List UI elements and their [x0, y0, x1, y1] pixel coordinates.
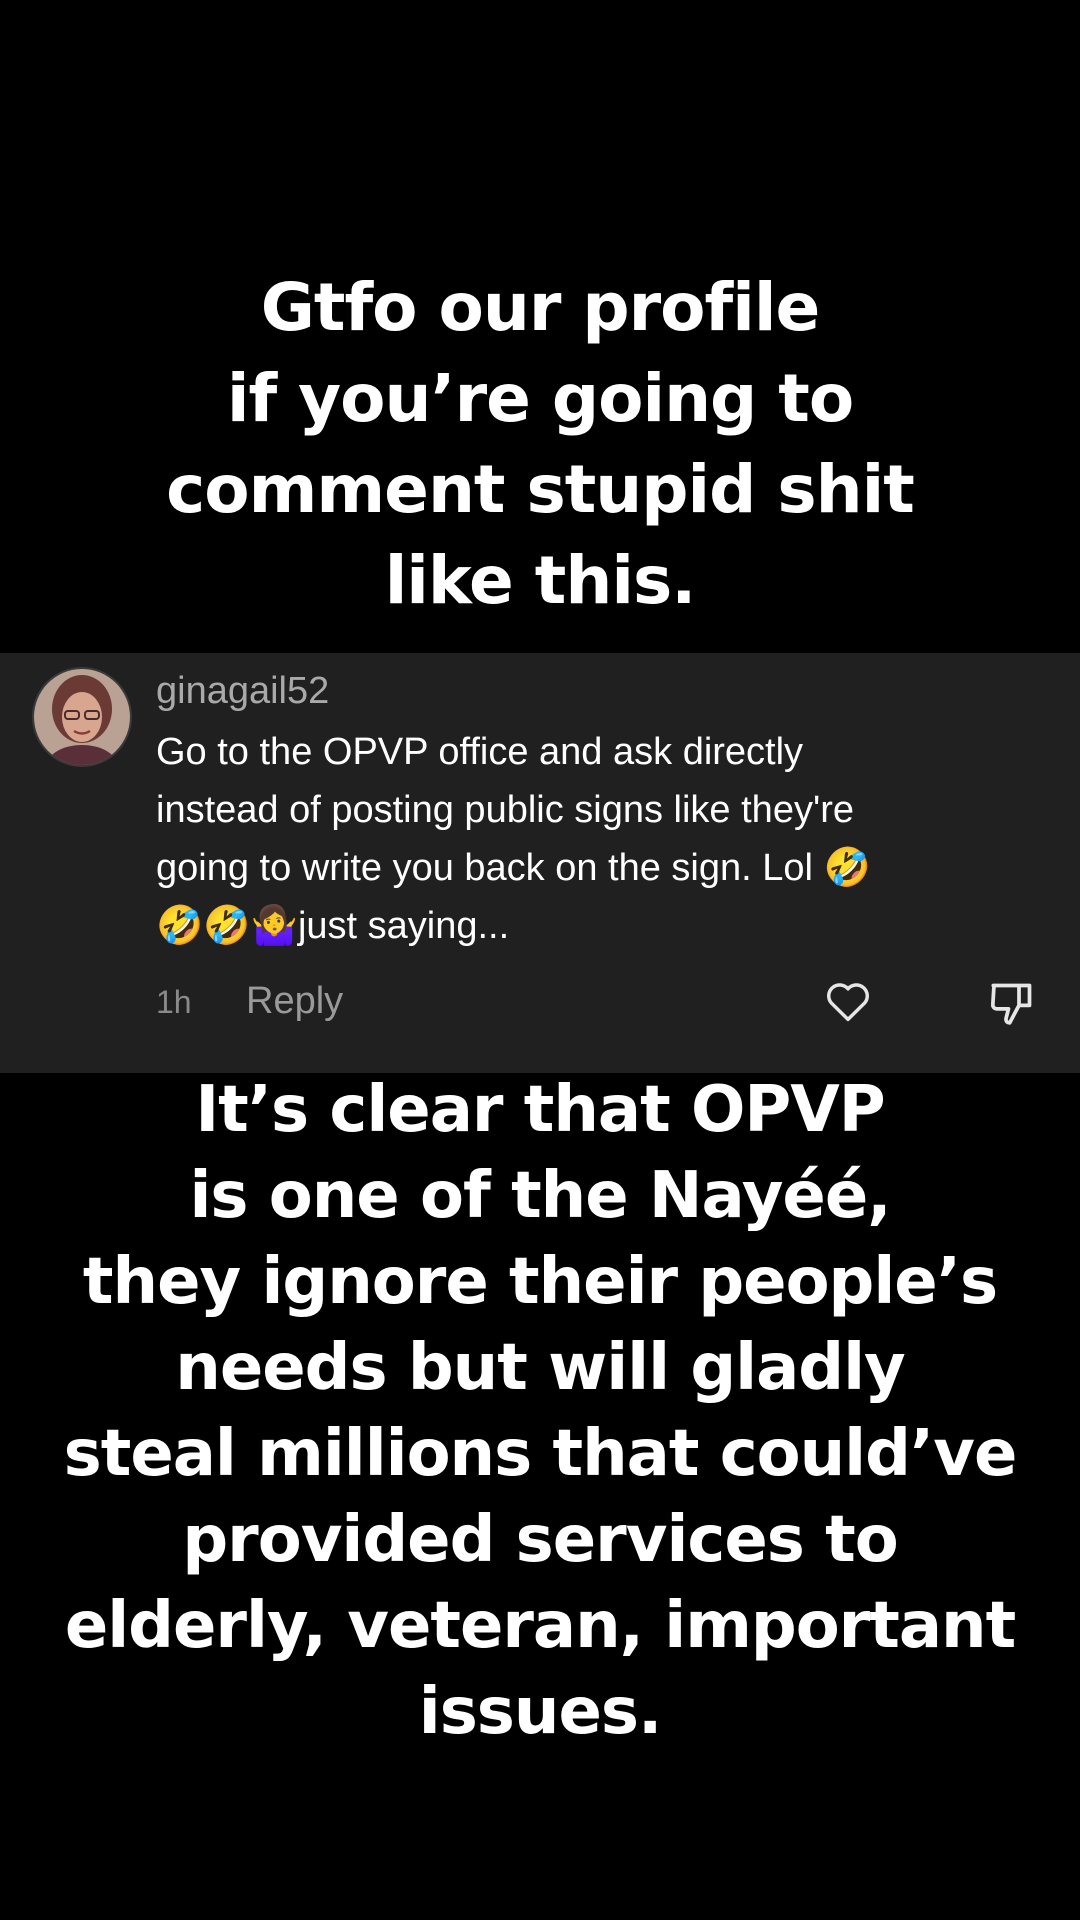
comment-card: ginagail52 Go to the OPVP office and ask…	[0, 653, 1080, 1073]
avatar[interactable]	[32, 667, 132, 767]
comment-timestamp: 1h	[156, 984, 192, 1020]
comment-text: Go to the OPVP office and ask directly i…	[156, 731, 871, 947]
bottom-caption: It’s clear that OPVP is one of the Nayéé…	[63, 1073, 1018, 1749]
heart-icon	[827, 983, 869, 1022]
reply-button[interactable]: Reply	[246, 978, 343, 1024]
like-button[interactable]	[822, 975, 874, 1027]
dislike-button[interactable]	[984, 975, 1040, 1031]
thumbs-down-icon	[990, 983, 1032, 1025]
top-caption: Gtfo our profile if you’re going to comm…	[166, 269, 915, 619]
comment-username[interactable]: ginagail52	[156, 668, 329, 714]
